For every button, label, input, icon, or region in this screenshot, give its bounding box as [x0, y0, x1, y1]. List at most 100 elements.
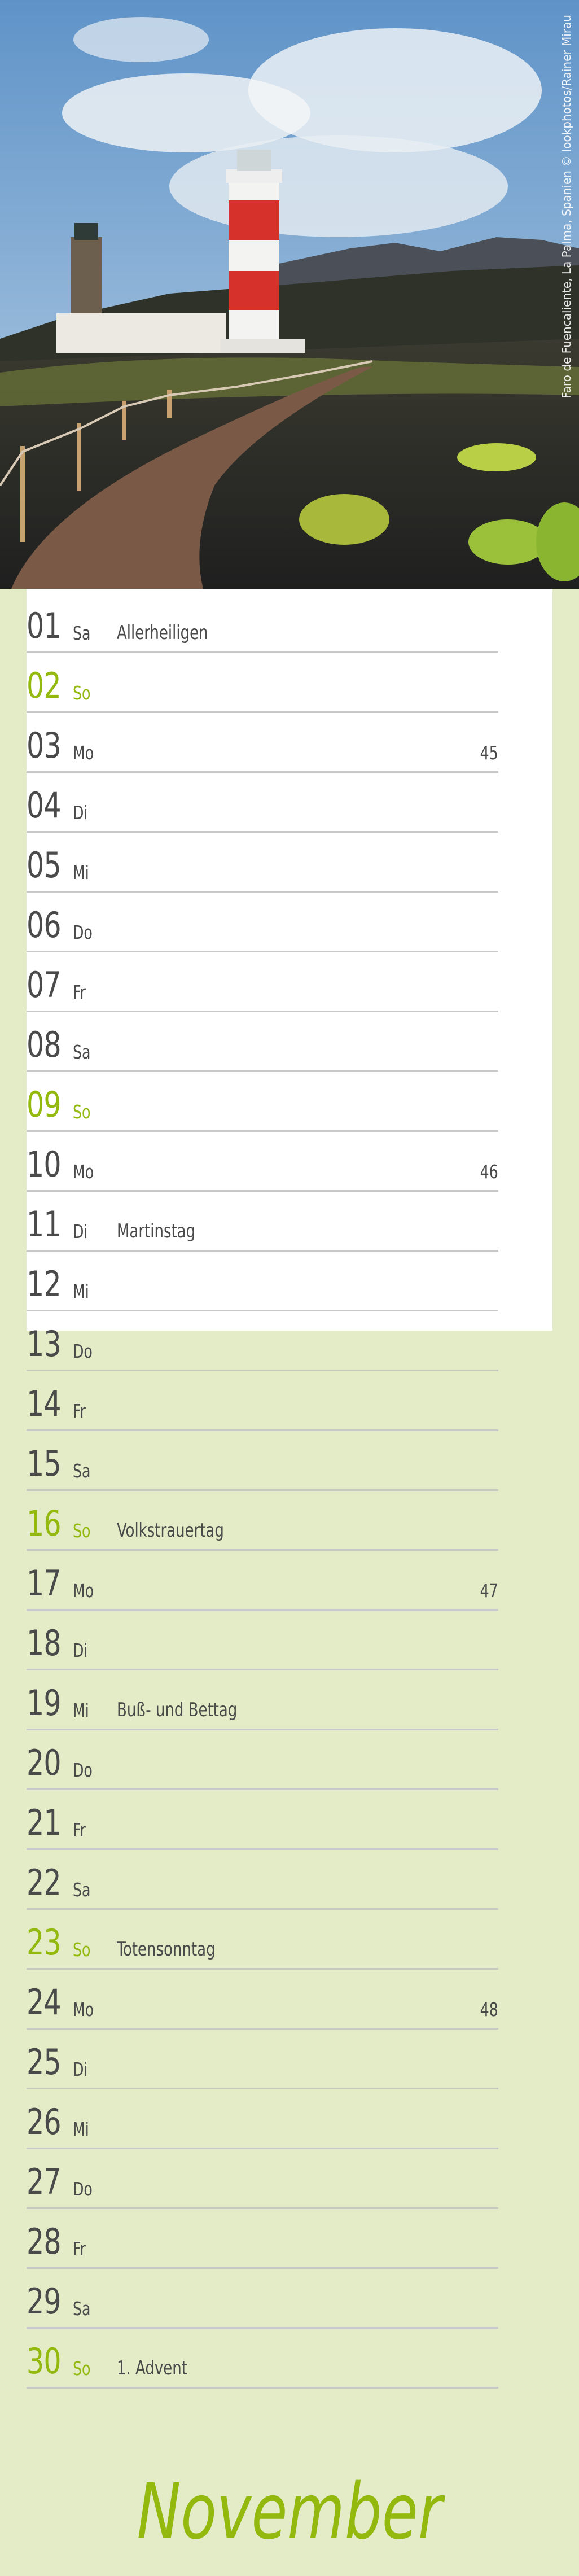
day-number: 17 — [27, 1563, 62, 1604]
weekday-label: Mo — [73, 1998, 94, 2020]
holiday-label: Martinstag — [117, 1220, 196, 1243]
holiday-label: Totensonntag — [117, 1938, 216, 1961]
day-number: 24 — [27, 1982, 62, 2023]
day-row: 02 So — [27, 653, 498, 713]
week-number: 45 — [480, 742, 498, 764]
day-number: 08 — [27, 1024, 62, 1065]
photo-illustration — [0, 0, 579, 589]
weekday-label: Sa — [73, 2298, 91, 2320]
day-row: 27 Do — [27, 2149, 498, 2209]
day-number: 16 — [27, 1503, 62, 1544]
weekday-label: Do — [73, 921, 93, 943]
weekday-label: Do — [73, 1340, 93, 1362]
day-number: 09 — [27, 1084, 62, 1125]
day-row: 19 Mi Buß- und Bettag — [27, 1670, 498, 1730]
weekday-label: So — [73, 1101, 91, 1123]
day-number: 11 — [27, 1204, 62, 1245]
day-row: 12 Mi — [27, 1252, 498, 1311]
day-number: 10 — [27, 1144, 62, 1185]
week-number: 47 — [480, 1580, 498, 1602]
weekday-label: Di — [73, 802, 88, 824]
day-row: 04 Di — [27, 773, 498, 833]
day-row: 29 Sa — [27, 2269, 498, 2329]
day-number: 04 — [27, 785, 62, 826]
weekday-label: Mi — [73, 861, 89, 884]
weekday-label: Mo — [73, 1580, 94, 1602]
holiday-label: Volkstrauertag — [117, 1519, 224, 1542]
day-row: 28 Fr — [27, 2209, 498, 2269]
weekday-label: So — [73, 1520, 91, 1542]
day-row: 16 So Volkstrauertag — [27, 1491, 498, 1551]
day-number: 03 — [27, 725, 62, 766]
month-title: November — [137, 2468, 442, 2557]
day-row: 11 Di Martinstag — [27, 1192, 498, 1252]
weekday-label: Sa — [73, 1041, 91, 1063]
holiday-label: 1. Advent — [117, 2357, 187, 2380]
day-number: 20 — [27, 1742, 62, 1783]
weekday-label: So — [73, 1939, 91, 1961]
photo-credit-text: Faro de Fuencaliente, La Palma, Spanien … — [560, 15, 573, 399]
weekday-label: Fr — [73, 1400, 86, 1422]
day-number: 21 — [27, 1802, 62, 1843]
day-row: 01 Sa Allerheiligen — [27, 593, 498, 653]
day-number: 30 — [27, 2341, 62, 2382]
weekday-label: Sa — [73, 622, 91, 644]
weekday-label: Mo — [73, 742, 94, 764]
day-number: 02 — [27, 665, 62, 706]
week-number: 48 — [480, 1998, 498, 2020]
day-row: 20 Do — [27, 1730, 498, 1790]
weekday-label: So — [73, 2358, 91, 2380]
day-number: 07 — [27, 964, 62, 1005]
day-row: 13 Do — [27, 1311, 498, 1371]
day-number: 18 — [27, 1622, 62, 1664]
day-row: 06 Do — [27, 893, 498, 952]
weekday-label: Mi — [73, 2118, 89, 2140]
day-row: 03 Mo 45 — [27, 713, 498, 773]
day-row: 08 Sa — [27, 1012, 498, 1072]
day-row: 24 Mo 48 — [27, 1970, 498, 2030]
day-row: 18 Di — [27, 1611, 498, 1670]
day-number: 22 — [27, 1862, 62, 1903]
weekday-label: Fr — [73, 1819, 86, 1841]
weekday-label: Di — [73, 2058, 88, 2080]
day-row: 15 Sa — [27, 1431, 498, 1491]
day-number: 28 — [27, 2221, 62, 2262]
weekday-label: Mi — [73, 1280, 89, 1302]
day-row: 25 Di — [27, 2030, 498, 2089]
week-number: 46 — [480, 1161, 498, 1183]
weekday-label: So — [73, 682, 91, 704]
day-row: 22 Sa — [27, 1850, 498, 1910]
day-number: 27 — [27, 2161, 62, 2202]
day-row: 23 So Totensonntag — [27, 1910, 498, 1970]
weekday-label: Di — [73, 1221, 88, 1243]
weekday-label: Di — [73, 1639, 88, 1661]
day-row: 05 Mi — [27, 833, 498, 893]
day-number: 12 — [27, 1263, 62, 1305]
day-number: 13 — [27, 1323, 62, 1364]
day-row: 30 So 1. Advent — [27, 2329, 498, 2389]
day-number: 06 — [27, 904, 62, 946]
day-number: 25 — [27, 2041, 62, 2083]
photo-credit: Faro de Fuencaliente, La Palma, Spanien … — [558, 15, 574, 401]
weekday-label: Sa — [73, 1879, 91, 1901]
weekday-label: Mo — [73, 1161, 94, 1183]
day-row: 09 So — [27, 1072, 498, 1132]
day-number: 01 — [27, 605, 62, 646]
weekday-label: Sa — [73, 1460, 91, 1482]
weekday-label: Fr — [73, 2238, 86, 2260]
day-number: 15 — [27, 1443, 62, 1484]
weekday-label: Fr — [73, 981, 86, 1003]
day-row: 07 Fr — [27, 952, 498, 1012]
day-number: 26 — [27, 2101, 62, 2142]
holiday-label: Allerheiligen — [117, 622, 208, 644]
weekday-label: Do — [73, 2178, 93, 2200]
day-number: 05 — [27, 845, 62, 886]
weekday-label: Mi — [73, 1699, 89, 1721]
weekday-label: Do — [73, 1759, 93, 1781]
day-row: 14 Fr — [27, 1371, 498, 1431]
day-number: 29 — [27, 2281, 62, 2322]
lighthouse-photo: Faro de Fuencaliente, La Palma, Spanien … — [0, 0, 579, 589]
day-row: 17 Mo 47 — [27, 1551, 498, 1611]
day-row: 10 Mo 46 — [27, 1132, 498, 1192]
day-row: 26 Mi — [27, 2089, 498, 2149]
